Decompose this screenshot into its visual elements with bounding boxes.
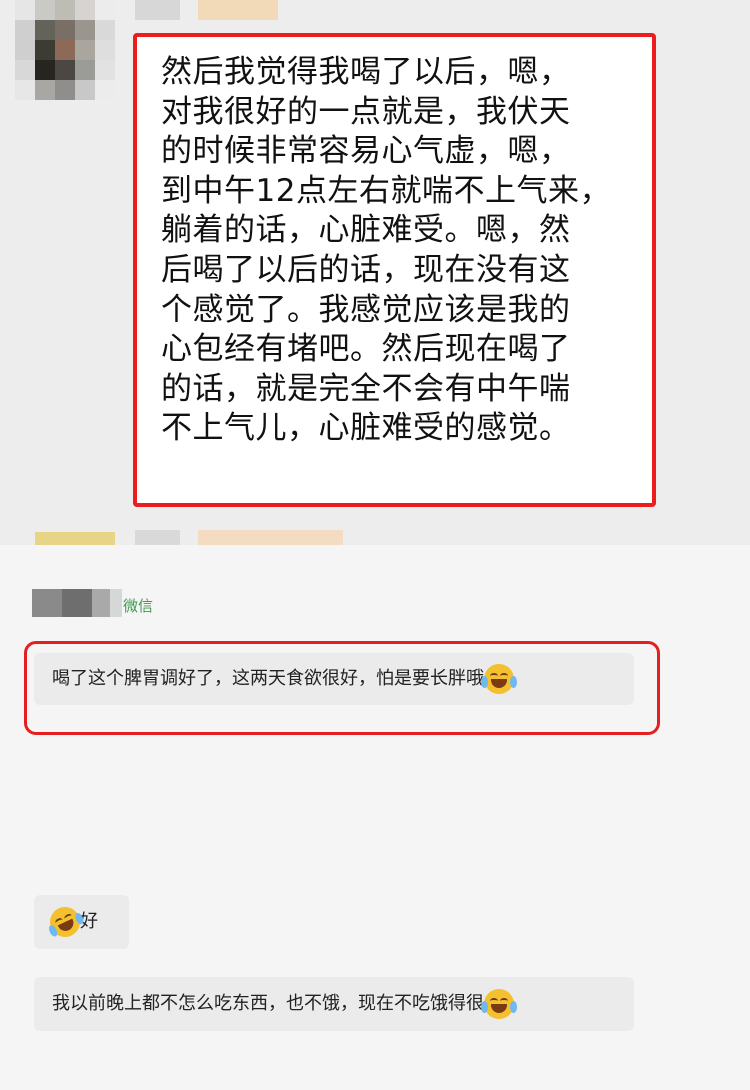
next-name-blurred (135, 530, 180, 545)
lower-chat-screenshot: 微信 喝了这个脾胃调好了，这两天食欲很好，怕是要长胖哦 好 我以前晚上都不怎么吃… (0, 545, 750, 1090)
chat-message[interactable]: 好 (34, 895, 129, 949)
chat-message[interactable]: 我以前晚上都不怎么吃东西，也不饿，现在不吃饿得很 (34, 977, 634, 1031)
sender-source-label: 微信 (123, 597, 154, 615)
avatar[interactable] (15, 0, 115, 100)
sender-name-blurred-extra (198, 0, 278, 20)
rolling-laughing-emoji (45, 902, 86, 942)
message-text: 我以前晚上都不怎么吃东西，也不饿，现在不吃饿得很 (52, 993, 484, 1014)
sender-name-blurred (135, 0, 180, 20)
sender-name-blurred[interactable] (32, 589, 122, 617)
highlight-frame (24, 641, 660, 735)
next-avatar-partial (35, 532, 115, 545)
next-name-blurred-extra (198, 530, 343, 545)
message-text: 然后我觉得我喝了以后，嗯， 对我很好的一点就是，我伏天 的时候非常容易心气虚，嗯… (161, 54, 611, 447)
message-bubble-highlighted: 然后我觉得我喝了以后，嗯， 对我很好的一点就是，我伏天 的时候非常容易心气虚，嗯… (133, 33, 656, 507)
upper-chat-screenshot: 然后我觉得我喝了以后，嗯， 对我很好的一点就是，我伏天 的时候非常容易心气虚，嗯… (0, 0, 750, 545)
tears-of-joy-emoji (481, 989, 517, 1019)
